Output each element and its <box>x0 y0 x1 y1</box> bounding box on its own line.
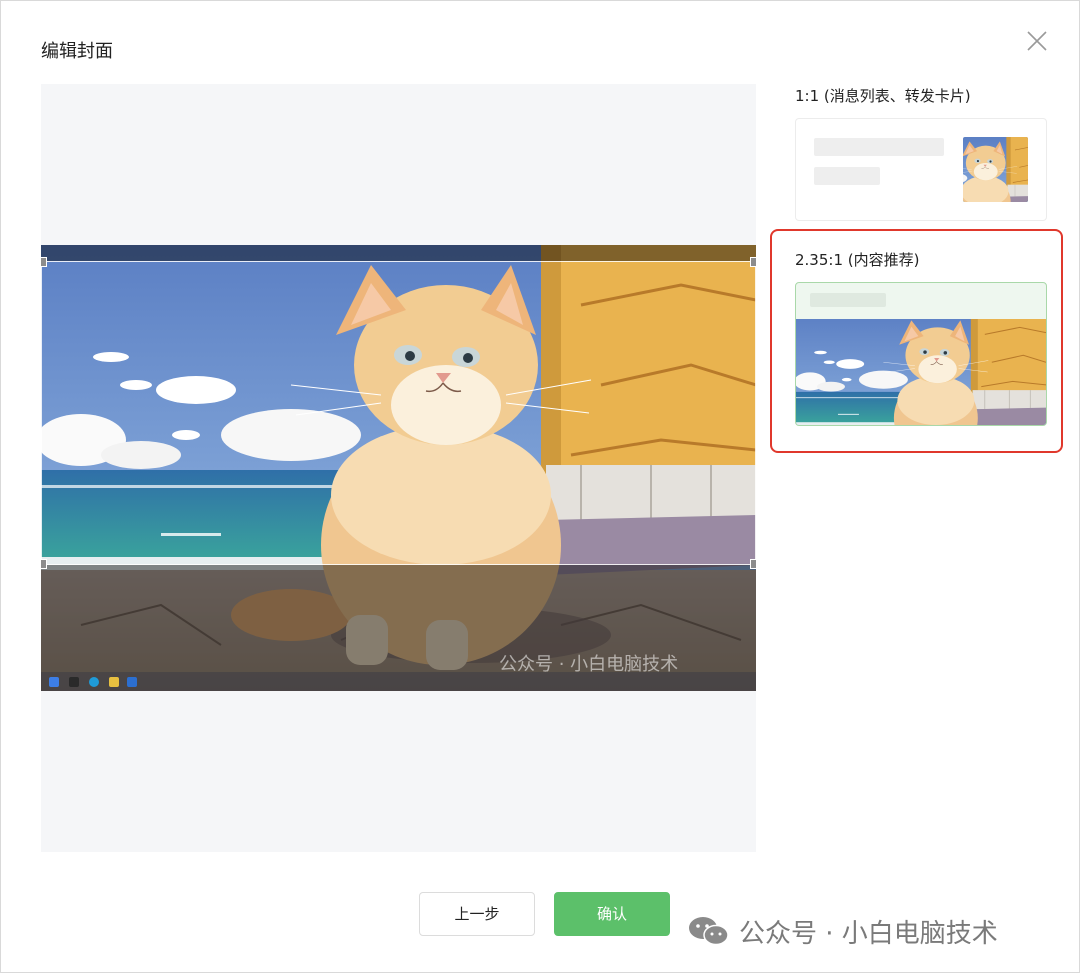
browser-icon <box>89 677 99 687</box>
page-watermark: 公众号 · 小白电脑技术 <box>739 919 998 949</box>
crop-frame[interactable] <box>41 257 756 569</box>
cover-image: 公众号 · 小白电脑技术 <box>41 245 756 691</box>
dialog-title: 编辑封面 <box>41 41 113 62</box>
crop-handle-bottom-right[interactable] <box>750 559 756 569</box>
crop-editor[interactable]: 公众号 · 小白电脑技术 <box>41 84 756 852</box>
app-icon <box>69 677 79 687</box>
windows-icon <box>49 677 59 687</box>
preview-square-thumbnail <box>963 137 1028 202</box>
preview-wide-label: 2.35:1 (内容推荐) <box>795 251 920 269</box>
crop-handle-top-right[interactable] <box>750 257 756 267</box>
close-icon[interactable] <box>1025 29 1049 53</box>
placeholder-line <box>814 138 944 156</box>
preview-wide-thumbnail <box>796 319 1046 425</box>
folder-icon <box>109 677 119 687</box>
previous-step-button[interactable]: 上一步 <box>419 892 535 936</box>
store-icon <box>127 677 137 687</box>
crop-mask-top <box>41 245 756 261</box>
placeholder-line <box>810 293 886 307</box>
embedded-taskbar <box>41 672 756 691</box>
crop-handle-top-left[interactable] <box>41 257 47 267</box>
preview-square-card[interactable] <box>795 118 1047 221</box>
wechat-icon <box>689 917 729 946</box>
preview-wide-card[interactable] <box>795 282 1047 426</box>
preview-square-label: 1:1 (消息列表、转发卡片) <box>795 87 971 105</box>
confirm-button[interactable]: 确认 <box>554 892 670 936</box>
placeholder-line <box>814 167 880 185</box>
edit-cover-dialog: 编辑封面 公众号 · 小白电脑技术 1:1 (消息列表、转发卡片) 2.35:1… <box>0 0 1080 973</box>
crop-handle-bottom-left[interactable] <box>41 559 47 569</box>
